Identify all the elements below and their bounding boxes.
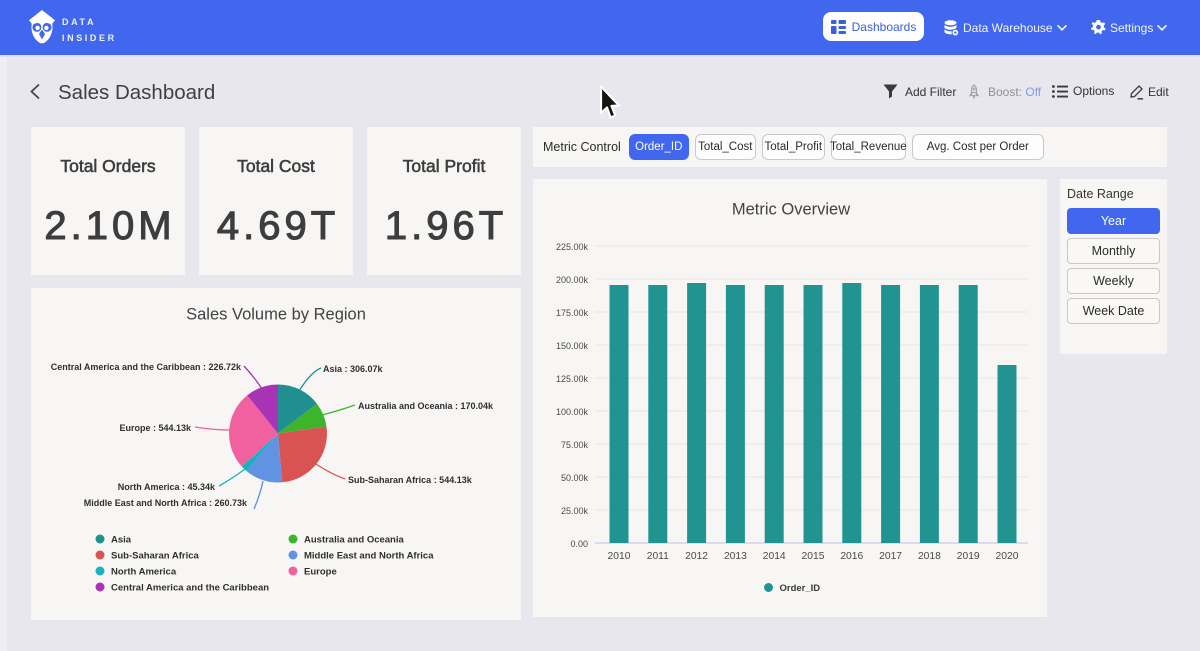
svg-text:Sub-Saharan Africa : 544.13k: Sub-Saharan Africa : 544.13k — [348, 475, 473, 485]
svg-text:175.00k: 175.00k — [556, 308, 589, 318]
svg-text:2012: 2012 — [685, 551, 708, 562]
svg-text:2019: 2019 — [957, 551, 980, 562]
svg-text:Middle East and North Africa: Middle East and North Africa — [304, 551, 434, 562]
svg-text:2020: 2020 — [996, 551, 1019, 562]
svg-text:75.00k: 75.00k — [561, 440, 589, 450]
svg-text:2017: 2017 — [879, 551, 902, 562]
svg-text:2016: 2016 — [840, 551, 863, 562]
svg-text:North America: North America — [111, 567, 177, 578]
svg-text:Europe : 544.13k: Europe : 544.13k — [119, 423, 192, 433]
svg-text:North America : 45.34k: North America : 45.34k — [118, 482, 216, 492]
svg-text:Asia: Asia — [111, 535, 132, 546]
svg-text:50.00k: 50.00k — [561, 473, 589, 483]
svg-text:Metric Overview: Metric Overview — [732, 201, 850, 219]
svg-text:Australia and Oceania : 170.04: Australia and Oceania : 170.04k — [358, 401, 494, 411]
svg-text:200.00k: 200.00k — [556, 275, 589, 285]
svg-text:25.00k: 25.00k — [561, 506, 589, 516]
svg-text:Middle East and North Africa :: Middle East and North Africa : 260.73k — [84, 498, 248, 508]
svg-text:2014: 2014 — [763, 551, 786, 562]
svg-text:0.00: 0.00 — [570, 539, 588, 549]
svg-text:Order_ID: Order_ID — [780, 583, 821, 594]
svg-text:Sales Volume by Region: Sales Volume by Region — [186, 306, 366, 324]
svg-text:2010: 2010 — [608, 551, 631, 562]
svg-text:Europe: Europe — [304, 567, 337, 578]
svg-text:2018: 2018 — [918, 551, 941, 562]
svg-text:225.00k: 225.00k — [556, 242, 589, 252]
svg-text:Sub-Saharan Africa: Sub-Saharan Africa — [111, 551, 200, 562]
svg-text:Central America and the Caribb: Central America and the Caribbean : 226.… — [51, 362, 242, 372]
svg-text:2011: 2011 — [647, 551, 669, 562]
svg-text:2015: 2015 — [802, 551, 825, 562]
svg-text:Central America and the Caribb: Central America and the Caribbean — [111, 583, 269, 594]
svg-text:Asia : 306.07k: Asia : 306.07k — [323, 364, 384, 374]
svg-text:2013: 2013 — [724, 551, 747, 562]
svg-text:100.00k: 100.00k — [556, 407, 589, 417]
svg-text:125.00k: 125.00k — [556, 374, 589, 384]
svg-text:Australia and Oceania: Australia and Oceania — [304, 535, 405, 546]
svg-text:150.00k: 150.00k — [556, 341, 589, 351]
